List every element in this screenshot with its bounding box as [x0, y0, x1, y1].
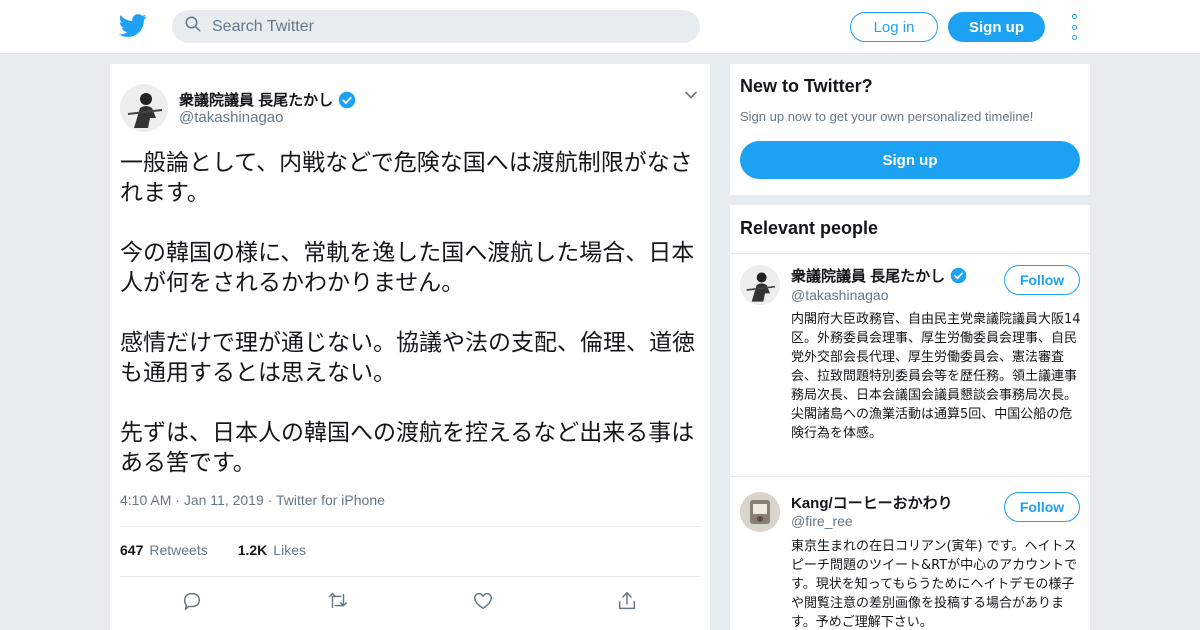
- heart-icon[interactable]: [472, 590, 494, 612]
- search-icon: [184, 15, 202, 38]
- likes-stat[interactable]: 1.2K Likes: [238, 542, 306, 558]
- person-handle[interactable]: @fire_ree: [791, 513, 853, 529]
- person-name[interactable]: Kang/コーヒーおかわり: [791, 492, 953, 513]
- tweet-text: 一般論として、内戦などで危険な国へは渡航制限がなされます。 今の韓国の様に、常軌…: [120, 148, 700, 508]
- login-button[interactable]: Log in: [850, 12, 938, 42]
- person-name-text[interactable]: 衆議院議員 長尾たかし: [791, 265, 945, 286]
- retweets-stat[interactable]: 647 Retweets: [120, 542, 208, 558]
- reply-icon[interactable]: [181, 590, 203, 612]
- likes-count: 1.2K: [237, 542, 268, 558]
- tweet-paragraph: 今の韓国の様に、常軌を逸した国へ渡航した場合、日本人が何をされるかわかりません。: [120, 240, 695, 296]
- relevant-people-card: Relevant people 衆議院議員 長尾たかし @takashinaga…: [730, 205, 1090, 630]
- top-navigation-bar: Log in Sign up: [0, 0, 1200, 54]
- person-handle[interactable]: @takashinagao: [791, 287, 889, 303]
- avatar[interactable]: [740, 265, 780, 305]
- tweet-timestamp: 4:10 AM · Jan 11, 2019 · Twitter for iPh…: [120, 492, 385, 508]
- likes-label: Likes: [273, 542, 306, 558]
- verified-badge-icon: [950, 267, 967, 284]
- separator: ·: [267, 492, 276, 508]
- tweet-time[interactable]: 4:10 AM: [120, 492, 171, 508]
- retweets-count: 647: [120, 542, 144, 558]
- twitter-bird-icon[interactable]: [118, 11, 147, 39]
- divider: [120, 576, 700, 577]
- person-name[interactable]: 衆議院議員 長尾たかし: [791, 265, 967, 286]
- tweet-paragraph: 一般論として、内戦などで危険な国へは渡航制限がなされます。: [120, 150, 693, 206]
- avatar[interactable]: [120, 84, 168, 132]
- signup-button[interactable]: Sign up: [948, 12, 1045, 42]
- chevron-down-icon[interactable]: [684, 88, 698, 102]
- tweet-stats: 647 Retweets 1.2K Likes: [120, 542, 306, 558]
- separator: ·: [175, 492, 184, 508]
- tweet-source: Twitter for iPhone: [275, 492, 385, 508]
- author-name[interactable]: 衆議院議員 長尾たかし: [179, 89, 356, 110]
- signup-large-button[interactable]: Sign up: [740, 141, 1080, 179]
- vertical-dots-icon[interactable]: [1066, 14, 1082, 40]
- tweet-card: 衆議院議員 長尾たかし @takashinagao 一般論として、内戦などで危険…: [110, 64, 710, 630]
- tweet-date[interactable]: Jan 11, 2019: [184, 492, 264, 508]
- author-name-text[interactable]: 衆議院議員 長尾たかし: [179, 89, 333, 110]
- signup-prompt-subtitle: Sign up now to get your own personalized…: [740, 109, 1034, 124]
- signup-prompt-card: New to Twitter? Sign up now to get your …: [730, 64, 1090, 195]
- relevant-people-title: Relevant people: [740, 218, 879, 238]
- follow-button[interactable]: Follow: [1004, 492, 1080, 522]
- tweet-paragraph: 先ずは、日本人の韓国への渡航を控えるなど出来る事はある筈です。: [120, 420, 695, 476]
- follow-button[interactable]: Follow: [1004, 265, 1080, 295]
- retweet-icon[interactable]: [327, 590, 349, 612]
- person-name-text[interactable]: Kang/コーヒーおかわり: [791, 492, 953, 513]
- tweet-actions: [110, 590, 710, 612]
- retweets-label: Retweets: [149, 542, 208, 558]
- search-bar[interactable]: [172, 10, 700, 43]
- tweet-paragraph: 感情だけで理が通じない。協議や法の支配、倫理、道徳も通用するとは思えない。: [120, 330, 695, 386]
- author-handle[interactable]: @takashinagao: [179, 109, 283, 126]
- person-bio: 内閣府大臣政務官、自由民主党衆議院議員大阪14区。外務委員会理事、厚生労働委員会…: [791, 312, 1081, 441]
- divider: [730, 476, 1090, 477]
- divider: [120, 526, 700, 527]
- signup-prompt-title: New to Twitter?: [740, 76, 873, 96]
- verified-badge-icon: [338, 91, 356, 108]
- avatar[interactable]: [740, 492, 780, 532]
- search-input[interactable]: [212, 17, 672, 36]
- person-bio: 東京生まれの在日コリアン(寅年) です。ヘイトスピーチ問題のツイート&RTが中心…: [791, 539, 1078, 630]
- share-icon[interactable]: [616, 590, 638, 612]
- divider: [730, 253, 1090, 254]
